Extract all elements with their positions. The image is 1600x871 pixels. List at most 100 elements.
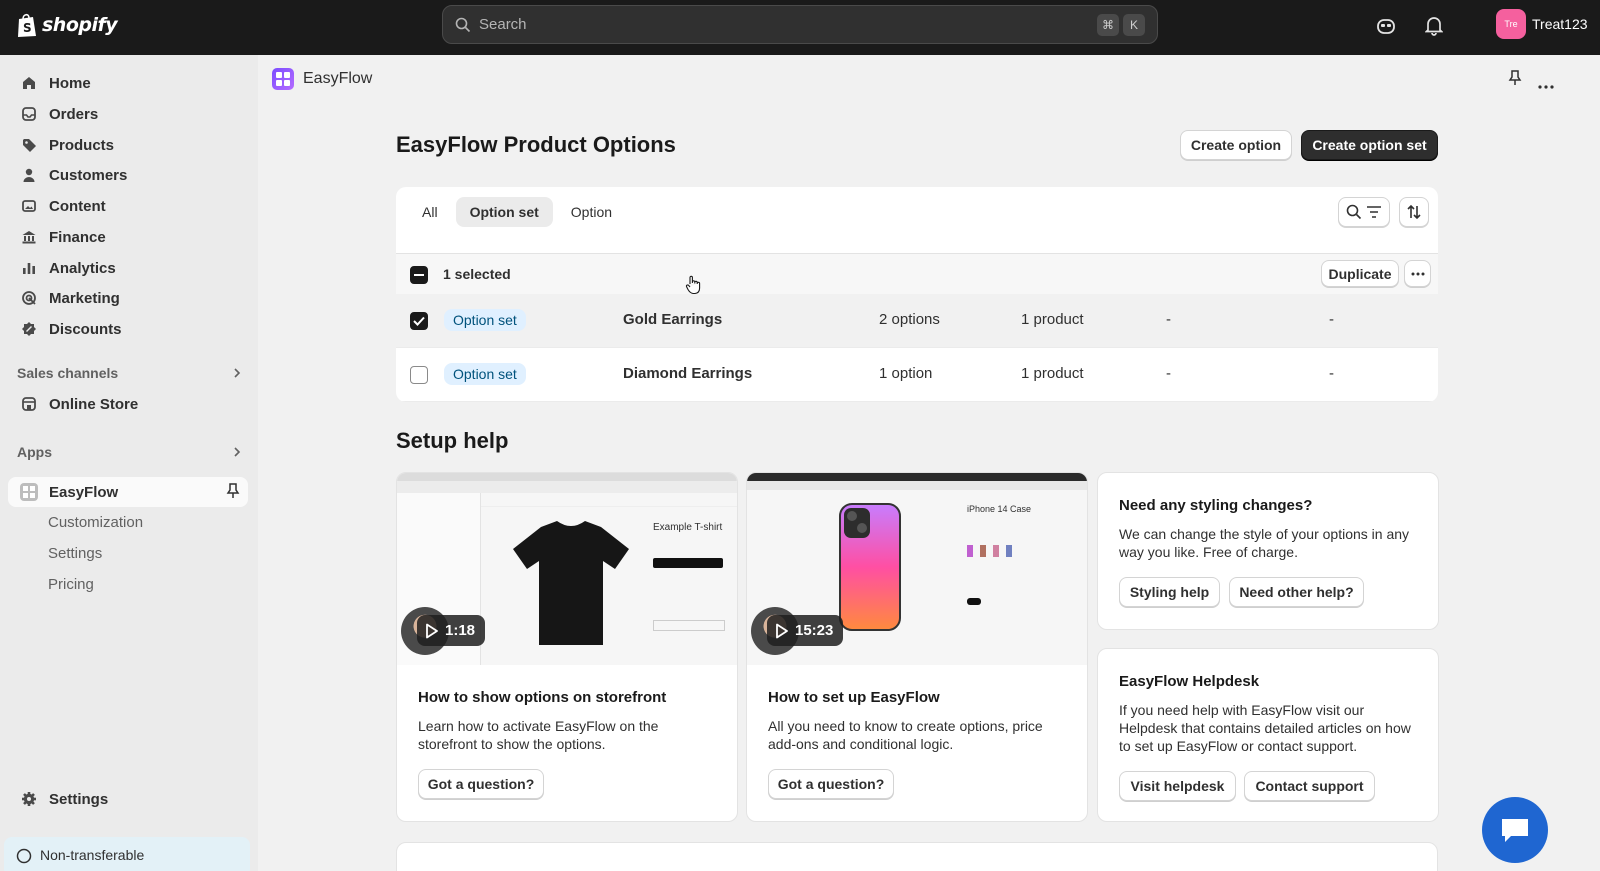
more-options-icon[interactable]	[1538, 76, 1554, 92]
chevron-right-icon	[234, 368, 241, 378]
pin-icon[interactable]	[226, 483, 240, 503]
table-row[interactable]: Option set Diamond Earrings 1 option 1 p…	[396, 348, 1438, 402]
sidebar-item-products[interactable]: Products	[8, 130, 248, 160]
sidebar-item-customers[interactable]: Customers	[8, 160, 248, 190]
sidebar-item-label: Finance	[49, 228, 106, 246]
video-description: Learn how to activate EasyFlow on the st…	[418, 718, 659, 752]
non-transferable-notice[interactable]: Non-transferable	[4, 837, 250, 871]
styling-help-card: Need any styling changes? We can change …	[1097, 472, 1439, 630]
type-badge: Option set	[444, 363, 526, 385]
t-shirt-image	[513, 521, 629, 645]
sidebar: Home Orders Products Customers Content F…	[0, 55, 258, 871]
more-actions-button[interactable]	[1404, 260, 1431, 287]
play-button[interactable]: 1:18	[417, 615, 486, 646]
visit-helpdesk-button[interactable]: Visit helpdesk	[1119, 771, 1236, 801]
contact-support-button[interactable]: Contact support	[1244, 771, 1375, 801]
video-duration: 1:18	[445, 622, 476, 639]
options-count: 2 options	[879, 311, 940, 328]
app-title: EasyFlow	[303, 70, 373, 87]
search-input[interactable]: Search ⌘ K	[442, 5, 1158, 44]
sales-channels-label: Sales channels	[17, 365, 119, 381]
gear-icon	[20, 790, 38, 808]
store-icon	[20, 395, 38, 413]
products-count: 1 product	[1021, 365, 1084, 382]
app-title-bar: EasyFlow	[272, 68, 372, 90]
got-a-question-button[interactable]: Got a question?	[418, 769, 544, 799]
table-row[interactable]: Option set Gold Earrings 2 options 1 pro…	[396, 294, 1438, 348]
discount-icon	[20, 320, 38, 338]
thumb-product-title: iPhone 14 Case	[967, 504, 1032, 514]
sidebar-item-finance[interactable]: Finance	[8, 222, 248, 252]
sidebar-item-easyflow[interactable]: EasyFlow	[8, 477, 248, 507]
avatar: Tre	[1496, 9, 1526, 39]
sidebar-item-label: EasyFlow	[49, 483, 119, 501]
got-a-question-button[interactable]: Got a question?	[768, 769, 894, 799]
need-other-help-button[interactable]: Need other help?	[1229, 577, 1364, 607]
helpdesk-card: EasyFlow Helpdesk If you need help with …	[1097, 648, 1439, 822]
sidebar-item-home[interactable]: Home	[8, 68, 248, 98]
tab-option-set[interactable]: Option set	[455, 197, 553, 227]
tab-all[interactable]: All	[408, 197, 452, 227]
play-button[interactable]: 15:23	[767, 615, 844, 646]
row-checkbox[interactable]	[410, 366, 428, 384]
sidebar-item-label: Products	[49, 136, 115, 154]
checkmark-icon	[413, 316, 425, 326]
sidebar-item-discounts[interactable]: Discounts	[8, 314, 248, 344]
image-icon	[20, 197, 38, 215]
sidebar-subitem-settings[interactable]: Settings	[48, 545, 102, 562]
user-menu[interactable]: Tre Treat123	[1496, 9, 1588, 39]
chat-icon	[1502, 819, 1528, 842]
svg-text:S: S	[23, 21, 32, 35]
empty-cell: -	[1166, 311, 1171, 328]
bar-chart-icon	[20, 259, 38, 277]
play-icon	[426, 623, 438, 638]
select-all-checkbox[interactable]	[410, 266, 428, 284]
empty-cell: -	[1329, 311, 1334, 328]
sidebar-item-label: Settings	[49, 790, 109, 808]
option-set-name: Gold Earrings	[623, 311, 723, 328]
notification-bell-icon[interactable]	[1422, 14, 1446, 38]
chat-support-button[interactable]	[1482, 797, 1548, 863]
easyflow-logo-icon	[272, 68, 294, 90]
sort-icon	[1407, 204, 1421, 220]
sidebar-item-label: Customers	[49, 166, 128, 184]
sidebar-item-label: Orders	[49, 105, 99, 123]
search-icon	[455, 17, 471, 32]
styling-card-description: We can change the style of your options …	[1119, 526, 1410, 560]
apps-header[interactable]: Apps	[17, 444, 242, 460]
sales-channels-header[interactable]: Sales channels	[17, 365, 242, 381]
sidebar-item-label: Marketing	[49, 289, 120, 307]
option-table-card: All Option set Option 1 selected Duplica…	[396, 187, 1438, 402]
sidebar-item-marketing[interactable]: Marketing	[8, 283, 248, 313]
sidebar-subitem-customization[interactable]: Customization	[48, 514, 143, 531]
sidekick-icon[interactable]	[1374, 14, 1398, 38]
sidebar-item-orders[interactable]: Orders	[8, 99, 248, 129]
create-option-set-button[interactable]: Create option set	[1301, 130, 1438, 160]
duplicate-button[interactable]: Duplicate	[1321, 260, 1399, 287]
sidebar-item-content[interactable]: Content	[8, 191, 248, 221]
page-title: EasyFlow Product Options	[396, 132, 676, 157]
tab-option[interactable]: Option	[557, 197, 626, 227]
target-icon	[20, 289, 38, 307]
search-filter-button[interactable]	[1338, 197, 1390, 227]
shopify-logo[interactable]: S shopify	[16, 11, 118, 39]
filter-tabs: All Option set Option	[408, 197, 626, 227]
create-option-button[interactable]: Create option	[1180, 130, 1292, 160]
sidebar-subitem-pricing[interactable]: Pricing	[48, 576, 94, 593]
sidebar-item-settings[interactable]: Settings	[8, 784, 248, 814]
search-icon	[1346, 204, 1362, 220]
thumb-product-title: Example T-shirt	[653, 522, 723, 533]
sidebar-item-label: Discounts	[49, 320, 122, 338]
row-checkbox[interactable]	[410, 312, 428, 330]
apps-label: Apps	[17, 444, 52, 460]
chevron-right-icon	[234, 447, 241, 457]
sidebar-item-analytics[interactable]: Analytics	[8, 253, 248, 283]
sort-button[interactable]	[1399, 197, 1429, 227]
sidebar-item-online-store[interactable]: Online Store	[8, 389, 248, 419]
helpdesk-card-title: EasyFlow Helpdesk	[1119, 673, 1260, 690]
bottom-card-partial	[396, 842, 1438, 871]
styling-help-button[interactable]: Styling help	[1119, 577, 1220, 607]
pin-icon[interactable]	[1508, 70, 1522, 89]
video-card-setup: iPhone 14 Case 15:23 How to set up EasyF…	[746, 472, 1088, 822]
info-icon	[16, 848, 32, 864]
